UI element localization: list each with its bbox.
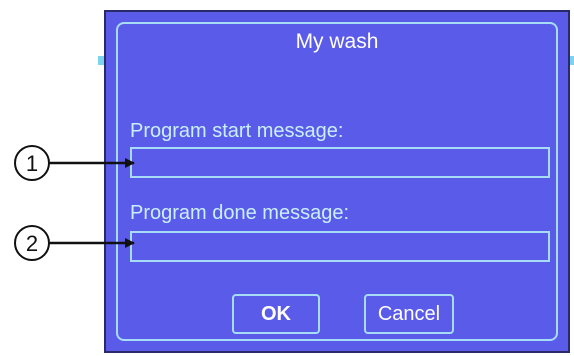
program-start-message-label: Program start message: [130,120,344,142]
program-start-message-input[interactable] [130,147,550,178]
dialog-title: My wash [295,30,379,53]
program-done-message-input[interactable] [130,231,550,262]
cancel-button[interactable]: Cancel [364,294,454,334]
program-done-message-label: Program done message: [130,202,350,224]
screen: My wash Program start message: Program d… [0,0,574,356]
callout-2-circle [14,225,50,261]
callout-1-circle [14,145,50,181]
callout-2-number: 2 [26,231,38,256]
ok-button[interactable]: OK [232,294,320,334]
callout-1-number: 1 [26,151,38,176]
dialog-frame [116,22,558,341]
my-wash-dialog: My wash Program start message: Program d… [104,10,570,353]
